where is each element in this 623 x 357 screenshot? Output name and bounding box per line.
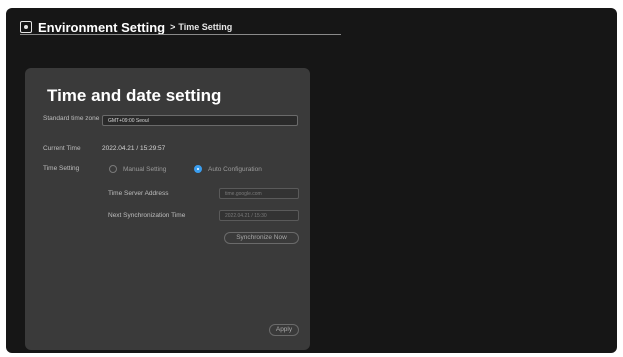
current-time-label: Current Time [43,145,81,152]
manual-setting-label: Manual Setting [123,165,167,173]
next-sync-label: Next Synchronization Time [108,212,186,219]
timezone-field[interactable]: GMT+09:00 Seoul [102,115,298,126]
radio-off-icon [109,165,117,173]
auto-configuration-label: Auto Configuration [208,165,262,173]
synchronize-now-button[interactable]: Synchronize Now [224,232,299,244]
app-screen: Environment Setting > Time Setting Time … [6,8,617,353]
panel-title: Time and date setting [47,86,222,105]
auto-configuration-radio[interactable]: Auto Configuration [194,165,262,173]
next-sync-field: 2022.04.21 / 15:30 [219,210,299,221]
settings-gear-icon [20,21,32,33]
apply-button[interactable]: Apply [269,324,299,336]
breadcrumb-current: Time Setting [178,22,233,32]
time-server-field[interactable]: time.google.com [219,188,299,199]
time-date-panel: Time and date setting Standard time zone… [25,68,310,350]
timezone-label: Standard time zone [43,115,100,122]
current-time-value: 2022.04.21 / 15:29:57 [102,145,166,152]
page-title: Environment Setting [38,19,166,35]
time-setting-label: Time Setting [43,165,80,172]
header-divider [20,34,341,35]
radio-on-icon [194,165,202,173]
breadcrumb-separator: > [170,22,176,32]
time-server-label: Time Server Address [108,190,169,197]
manual-setting-radio[interactable]: Manual Setting [109,165,166,173]
